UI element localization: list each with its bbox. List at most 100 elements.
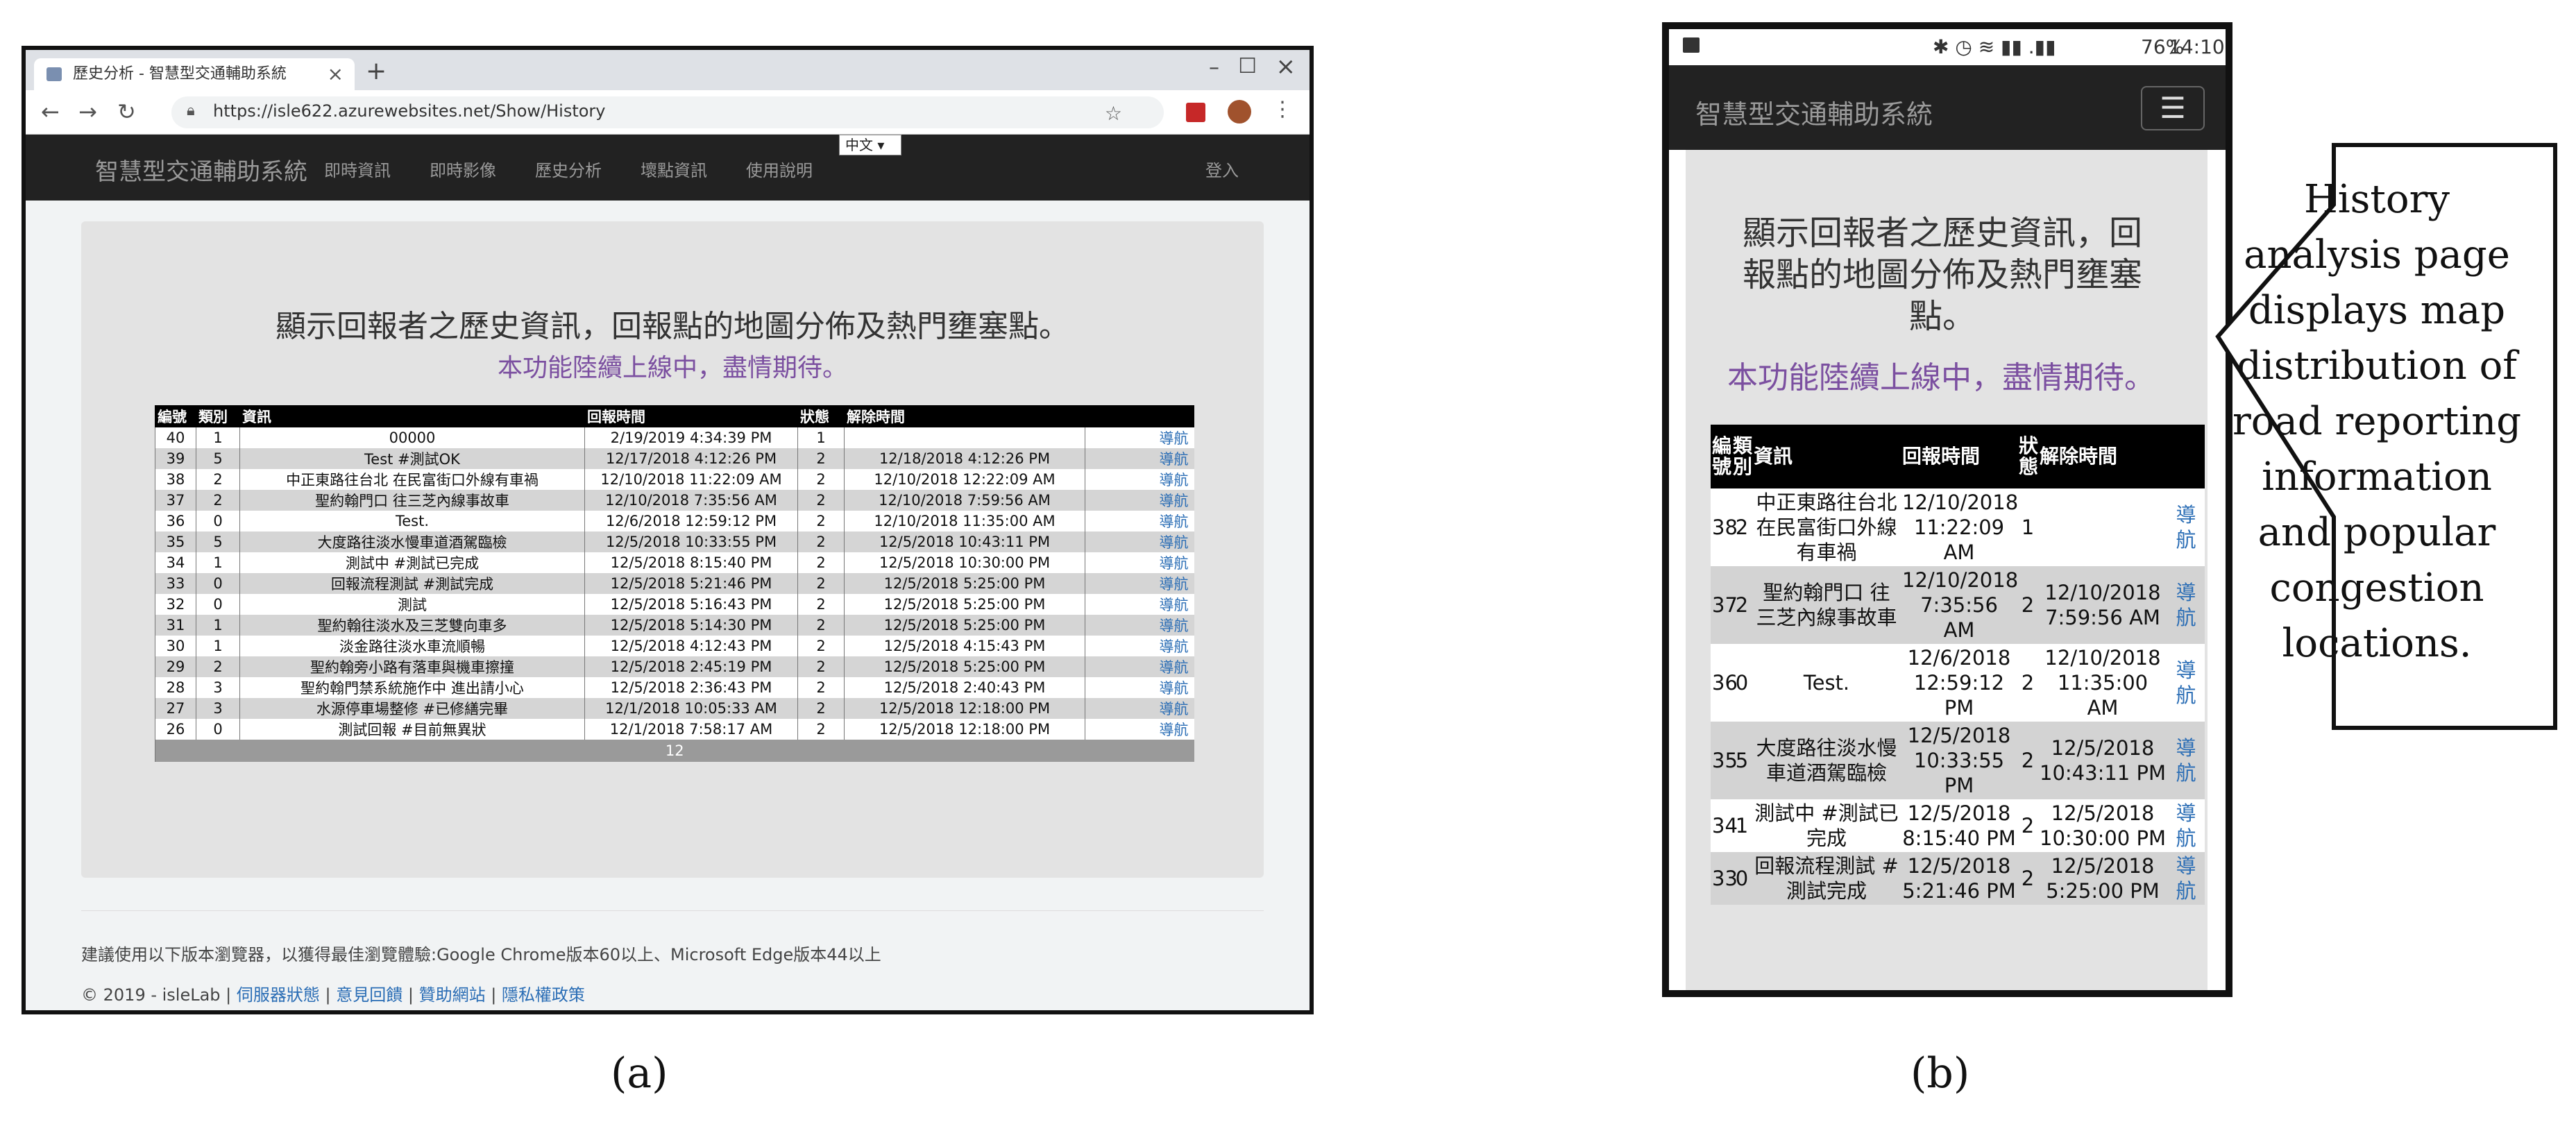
table-row: 40 1 00000 2/19/2019 4:34:39 PM 1 導航	[155, 427, 1194, 448]
cell-id: 28	[155, 677, 196, 698]
col-header-info: 資訊	[239, 405, 585, 427]
cell-status: 1	[797, 427, 845, 448]
footer-link-server-status[interactable]: 伺服器狀態	[237, 985, 320, 1005]
table-row: 29 2 聖約翰旁小路有落車與機車擦撞 12/5/2018 2:45:19 PM 2 12…	[155, 656, 1194, 677]
col-header-report-time: 回報時間	[584, 405, 798, 427]
reload-icon[interactable]: ↻	[117, 99, 136, 125]
mobile-navbar: 智慧型交通輔助系統 ☰	[1669, 65, 2226, 150]
cell-report-time: 12/1/2018 10:05:33 AM	[584, 698, 798, 719]
cell-report-time: 12/5/2018 5:14:30 PM	[584, 615, 798, 636]
forward-arrow-icon[interactable]: →	[78, 99, 97, 125]
cell-clear-time: 12/5/2018 10:43:11 PM	[844, 531, 1085, 552]
new-tab-button[interactable]: +	[366, 57, 387, 85]
navigate-link[interactable]: 導航	[1085, 531, 1194, 552]
navigate-link[interactable]: 導航	[2167, 799, 2205, 852]
cell-clear-time: 12/5/2018 4:15:43 PM	[844, 636, 1085, 656]
cell-clear-time: 12/5/2018 12:18:00 PM	[844, 698, 1085, 719]
site-brand-link[interactable]: 智慧型交通輔助系統	[95, 153, 307, 187]
callout-text: History analysis page displays map distr…	[2232, 177, 2522, 666]
cell-id: 37	[1711, 566, 1738, 644]
cell-report-time: 12/5/2018 4:12:43 PM	[584, 636, 798, 656]
table-row: 34 1 測試中 #測試已完成 12/5/2018 8:15:40 PM 2 12/5/2…	[1711, 799, 2205, 852]
tab-close-icon[interactable]: ×	[328, 58, 344, 90]
navigate-link[interactable]: 導航	[2167, 722, 2205, 799]
navigate-link[interactable]: 導航	[1085, 469, 1194, 490]
login-link[interactable]: 登入	[1205, 157, 1239, 181]
navigate-link[interactable]: 導航	[1085, 490, 1194, 511]
navigate-link[interactable]: 導航	[1085, 615, 1194, 636]
navigate-link[interactable]: 導航	[1085, 552, 1194, 573]
navigate-link[interactable]: 導航	[1085, 448, 1194, 469]
nav-item-realtime-video[interactable]: 即時影像	[430, 157, 496, 181]
cell-id: 34	[155, 552, 196, 573]
profile-avatar[interactable]	[1228, 100, 1251, 124]
nav-item-bad-points[interactable]: 壞點資訊	[641, 157, 707, 181]
nav-item-realtime-info[interactable]: 即時資訊	[324, 157, 391, 181]
navigate-link[interactable]: 導航	[2167, 644, 2205, 722]
cell-info: 測試回報 #目前無異狀	[239, 719, 585, 740]
address-toolbar: ← → ↻ 🔒︎ https://isle622.azurewebsites.n…	[26, 90, 1310, 135]
cell-id: 33	[155, 573, 196, 594]
navigate-link[interactable]: 導航	[2167, 852, 2205, 905]
browser-tab[interactable]: 歷史分析 - 智慧型交通輔助系統 ×	[34, 58, 355, 90]
desktop-browser-window: 歷史分析 - 智慧型交通輔助系統 × + – ☐ × ← → ↻ 🔒︎ http…	[22, 46, 1314, 1014]
coming-soon-note: 本功能陸續上線中，盡情期待。	[497, 354, 847, 382]
cell-report-time: 12/1/2018 7:58:17 AM	[584, 719, 798, 740]
history-table: 編號 類別 資訊 回報時間 狀態 解除時間 40 1 00000 2/19/2019 …	[155, 405, 1194, 762]
cell-status: 2	[797, 615, 845, 636]
maximize-window-icon[interactable]: ☐	[1238, 54, 1257, 78]
close-window-icon[interactable]: ×	[1276, 53, 1296, 80]
cell-id: 35	[1711, 722, 1738, 799]
browser-menu-icon[interactable]: ⋮	[1272, 97, 1293, 121]
cell-status: 2	[2021, 814, 2035, 837]
cell-info: 測試中 #測試已完成	[239, 552, 585, 573]
cell-clear-time	[844, 427, 1085, 448]
cell-clear-time: 12/10/2018 12:22:09 AM	[844, 469, 1085, 490]
footer-link-sponsor[interactable]: 贊助網站	[419, 985, 486, 1005]
table-row: 27 3 水源停車場整修 #已修繕完畢 12/1/2018 10:05:33 AM 2 1…	[155, 698, 1194, 719]
nav-item-help[interactable]: 使用說明	[746, 157, 813, 181]
lock-icon: 🔒︎	[187, 102, 195, 119]
col-header-info: 資訊	[1752, 425, 1901, 488]
cell-id: 29	[155, 656, 196, 677]
cell-category: 1	[196, 615, 240, 636]
cell-id: 40	[155, 427, 196, 448]
pdf-extension-icon[interactable]	[1186, 103, 1205, 122]
col-header-clear-time: 解除時間	[2038, 425, 2167, 488]
navigate-link[interactable]: 導航	[1085, 511, 1194, 531]
cell-status: 2	[797, 490, 845, 511]
table-row: 34 1 測試中 #測試已完成 12/5/2018 8:15:40 PM 2 12/5/2…	[155, 552, 1194, 573]
table-row: 31 1 聖約翰往淡水及三芝雙向車多 12/5/2018 5:14:30 PM 2 12/…	[155, 615, 1194, 636]
navigate-link[interactable]: 導航	[2167, 488, 2205, 566]
footer-link-privacy[interactable]: 隱私權政策	[502, 985, 585, 1005]
status-icons: ✱ ◷ ≋ ▮▮ .▮▮	[1933, 35, 2056, 58]
minimize-window-icon[interactable]: –	[1209, 56, 1219, 80]
table-row: 32 0 測試 12/5/2018 5:16:43 PM 2 12/5/2018 5:25…	[155, 594, 1194, 615]
hamburger-menu-icon[interactable]: ☰	[2141, 86, 2205, 130]
nav-item-history[interactable]: 歷史分析	[535, 157, 602, 181]
navigate-link[interactable]: 導航	[1085, 573, 1194, 594]
footer-link-feedback[interactable]: 意見回饋	[336, 985, 402, 1005]
cell-id: 32	[155, 594, 196, 615]
navigate-link[interactable]: 導航	[1085, 656, 1194, 677]
navigate-link[interactable]: 導航	[1085, 677, 1194, 698]
cell-id: 30	[155, 636, 196, 656]
navigate-link[interactable]: 導航	[1085, 594, 1194, 615]
navigate-link[interactable]: 導航	[2167, 566, 2205, 644]
cell-report-time: 12/10/2018 7:35:56 AM	[1901, 566, 2018, 644]
navigate-link[interactable]: 導航	[1085, 719, 1194, 740]
navigate-link[interactable]: 導航	[1085, 636, 1194, 656]
language-select[interactable]: 中文 ▾	[839, 135, 901, 155]
navigate-link[interactable]: 導航	[1085, 427, 1194, 448]
panel-label-b: (b)	[1910, 1049, 1970, 1098]
table-row: 33 0 回報流程測試 #測試完成 12/5/2018 5:21:46 PM 2 12/5…	[1711, 852, 2205, 905]
pager-page-links[interactable]: 12	[155, 740, 1194, 762]
url-field[interactable]: 🔒︎ https://isle622.azurewebsites.net/Sho…	[171, 96, 1164, 128]
navigate-link[interactable]: 導航	[1085, 698, 1194, 719]
cell-clear-time: 12/10/2018 11:35:00 AM	[844, 511, 1085, 531]
bookmark-star-icon[interactable]: ☆	[1105, 102, 1122, 125]
cell-category: 1	[196, 552, 240, 573]
cell-info: 聖約翰門口 往三芝內線事故車	[239, 490, 585, 511]
site-brand-link[interactable]: 智慧型交通輔助系統	[1695, 93, 1933, 131]
back-arrow-icon[interactable]: ←	[41, 99, 60, 125]
